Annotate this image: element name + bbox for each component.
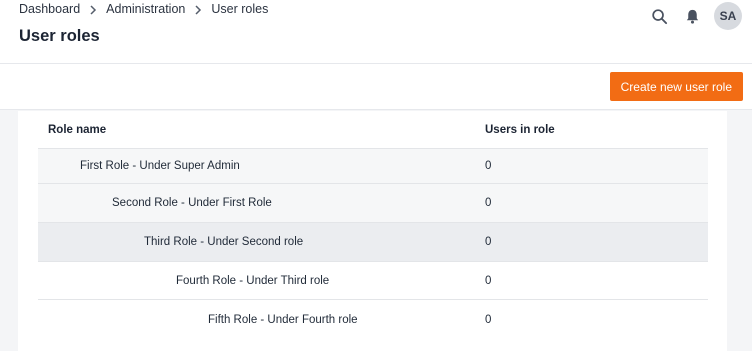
- search-icon[interactable]: [645, 2, 673, 30]
- role-name-cell: First Role - Under Super Admin: [80, 160, 240, 172]
- users-count-cell: 0: [485, 274, 492, 287]
- bell-icon[interactable]: [678, 2, 706, 30]
- breadcrumb-user-roles: User roles: [211, 2, 269, 16]
- users-count-cell: 0: [485, 160, 492, 172]
- table-row[interactable]: Fourth Role - Under Third role 0: [38, 262, 708, 300]
- role-name-cell: Second Role - Under First Role: [112, 197, 272, 209]
- role-name-cell: Fourth Role - Under Third role: [176, 274, 330, 287]
- avatar[interactable]: SA: [714, 2, 742, 30]
- breadcrumb-administration[interactable]: Administration: [106, 2, 185, 16]
- table-header: Role name Users in role: [38, 111, 708, 149]
- chevron-right-icon: [80, 2, 106, 16]
- column-header-users-in-role: Users in role: [485, 124, 555, 136]
- page-header: Dashboard Administration User roles User…: [0, 0, 752, 64]
- users-count-cell: 0: [485, 197, 492, 209]
- page-title: User roles: [19, 27, 100, 45]
- role-name-cell: Third Role - Under Second role: [144, 236, 304, 248]
- create-user-role-button[interactable]: Create new user role: [609, 72, 743, 101]
- table-row[interactable]: First Role - Under Super Admin 0: [38, 149, 708, 184]
- header-actions: SA: [645, 2, 742, 30]
- breadcrumb-dashboard[interactable]: Dashboard: [19, 2, 80, 16]
- role-name-cell: Fifth Role - Under Fourth role: [208, 314, 358, 326]
- table-row[interactable]: Fifth Role - Under Fourth role 0: [38, 300, 708, 340]
- roles-table-card: Role name Users in role First Role - Und…: [18, 111, 727, 351]
- table-row[interactable]: Third Role - Under Second role 0: [38, 223, 708, 262]
- column-header-role-name: Role name: [48, 124, 107, 136]
- breadcrumb: Dashboard Administration User roles: [19, 1, 268, 17]
- chevron-right-icon: [185, 2, 211, 16]
- users-count-cell: 0: [485, 236, 492, 248]
- table-row[interactable]: Second Role - Under First Role 0: [38, 184, 708, 223]
- users-count-cell: 0: [485, 314, 492, 326]
- toolbar: Create new user role: [0, 64, 752, 110]
